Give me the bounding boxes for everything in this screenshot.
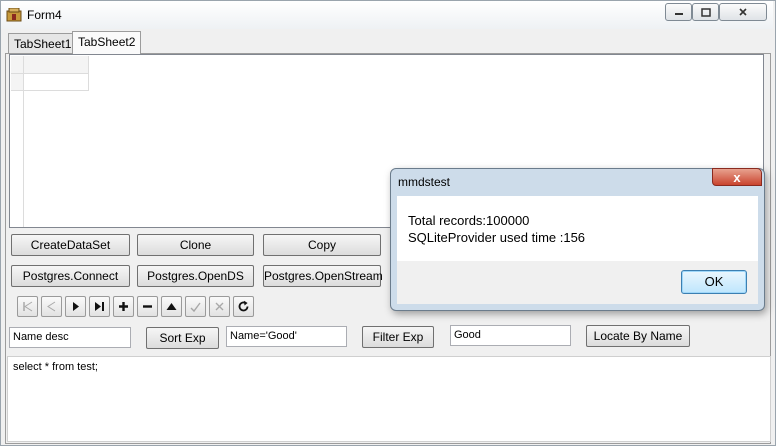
locate-name-input[interactable]: Good [450,325,571,346]
maximize-icon [700,7,711,17]
minus-icon [143,305,152,308]
ok-button[interactable]: OK [681,270,747,294]
next-icon [73,302,79,311]
nav-next-button[interactable] [65,296,86,317]
nav-last-button[interactable] [89,296,110,317]
tab-tabsheet1[interactable]: TabSheet1 [8,33,78,53]
cancel-icon [215,302,224,311]
first-icon [23,301,33,312]
dialog-title: mmdstest [398,175,451,189]
close-button[interactable] [719,3,767,21]
postgres-openstream-button[interactable]: Postgres.OpenStream [263,265,383,287]
minimize-button[interactable] [665,3,692,21]
refresh-icon [238,300,249,312]
up-triangle-icon [166,303,177,310]
nav-post-button[interactable] [185,296,206,317]
nav-cancel-button[interactable] [209,296,230,317]
nav-insert-button[interactable] [113,296,134,317]
create-dataset-button[interactable]: CreateDataSet [11,234,130,256]
filter-expression-input[interactable]: Name='Good' [226,326,347,347]
grid-indicator-cell [11,74,24,91]
dialog-close-button[interactable]: x [712,168,762,186]
maximize-button[interactable] [692,3,719,21]
nav-edit-button[interactable] [161,296,182,317]
sql-memo[interactable]: select * from test; [7,356,771,442]
nav-prior-button[interactable] [41,296,62,317]
clone-button[interactable]: Clone [137,234,254,256]
sort-exp-button[interactable]: Sort Exp [146,327,219,349]
filter-exp-button[interactable]: Filter Exp [362,326,434,348]
title-bar[interactable] [1,1,773,29]
dialog-message-time: SQLiteProvider used time :156 [408,230,586,245]
nav-first-button[interactable] [17,296,38,317]
postgres-connect-button[interactable]: Postgres.Connect [11,265,130,287]
grid-cell[interactable] [24,74,89,91]
app-icon [6,8,22,22]
plus-icon [119,302,128,311]
tab-tabsheet2[interactable]: TabSheet2 [72,31,142,54]
nav-refresh-button[interactable] [233,296,254,317]
sort-expression-input[interactable]: Name desc [9,327,131,348]
grid-corner-cell [11,56,24,74]
minimize-icon [674,13,683,15]
window-title: Form4 [27,8,62,22]
prior-icon [47,301,56,312]
dialog-body: Total records:100000 SQLiteProvider used… [397,196,758,261]
locate-by-name-button[interactable]: Locate By Name [586,325,690,347]
close-icon: x [733,169,741,185]
postgres-opends-button[interactable]: Postgres.OpenDS [137,265,254,287]
close-icon [739,8,747,16]
copy-button[interactable]: Copy [263,234,381,256]
last-icon [95,302,104,311]
check-icon [190,302,201,313]
dialog-message-records: Total records:100000 [408,213,530,228]
grid-indicator-column [11,91,24,227]
grid-header-cell[interactable] [24,56,89,74]
nav-delete-button[interactable] [137,296,158,317]
